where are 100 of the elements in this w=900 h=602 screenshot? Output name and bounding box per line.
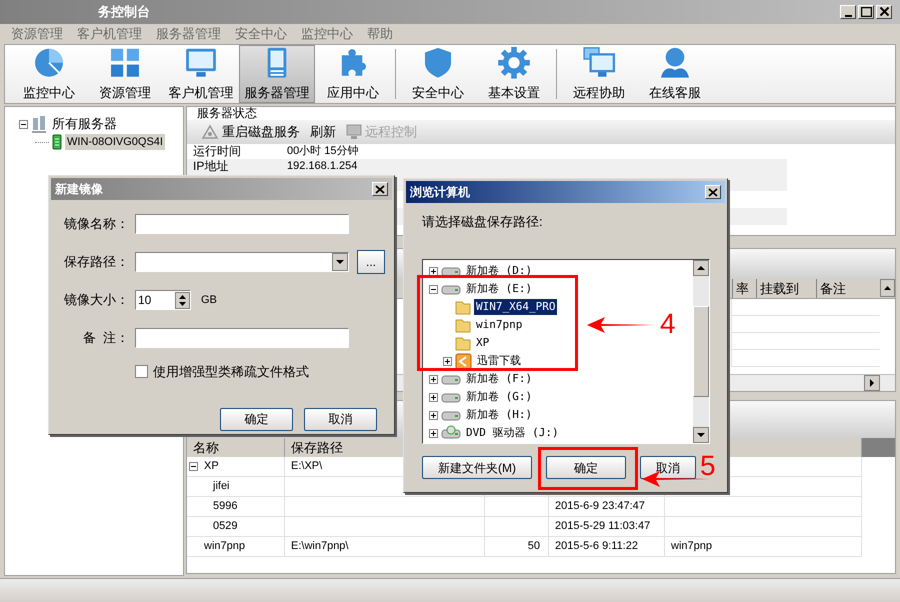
menu-item[interactable]: 服务器管理 — [155, 24, 222, 44]
input-field[interactable] — [135, 328, 349, 348]
tree-item[interactable]: XP — [474, 334, 492, 352]
checkbox[interactable] — [135, 365, 148, 378]
disc-drive-icon — [441, 425, 461, 441]
monitor-icon — [346, 124, 362, 140]
field-label: 备 注： — [82, 329, 129, 348]
close-button[interactable] — [705, 185, 721, 199]
toolbar-button[interactable]: 远程协助 — [561, 45, 637, 103]
table-cell-text: 2015-5-6 9:11:22 — [555, 539, 638, 554]
toolbar-button[interactable]: 客户机管理 — [163, 45, 239, 103]
callout-number: 4 — [660, 308, 676, 340]
tree-item[interactable]: WIN7_X64_PRO — [474, 298, 558, 316]
minimize-button[interactable] — [840, 5, 856, 19]
toolbar-button[interactable]: 安全中心 — [400, 45, 476, 103]
prompt-text: 请选择磁盘保存路径: — [421, 213, 544, 231]
toolbar-button[interactable]: 基本设置 — [476, 45, 552, 103]
field-label: 镜像名称： — [63, 215, 129, 234]
expand-toggle[interactable] — [189, 462, 198, 471]
action-button[interactable]: 刷新 — [310, 122, 336, 142]
tree-item[interactable]: WIN-08OIVG0QS4I — [65, 134, 165, 150]
server-group-icon — [31, 115, 47, 133]
input-field[interactable] — [135, 214, 349, 234]
table-cell-text: 2015-6-9 23:47:47 — [555, 499, 645, 514]
menu-item[interactable]: 客户机管理 — [76, 24, 143, 44]
toolbar-button[interactable]: 监控中心 — [11, 45, 87, 103]
dialog-button[interactable]: 确定 — [546, 456, 626, 479]
expand-toggle[interactable] — [429, 410, 438, 420]
close-button[interactable] — [372, 182, 388, 196]
table-cell-text: 5996 — [213, 499, 238, 514]
tree-item[interactable]: 新加卷 (H:) — [464, 406, 534, 424]
plus-icon — [430, 394, 437, 400]
dropdown-field[interactable] — [135, 252, 349, 272]
dialog-button[interactable]: 取消 — [640, 456, 696, 479]
table-cell-text: 2015-5-29 11:03:47 — [555, 519, 650, 534]
maximize-icon — [860, 7, 872, 17]
scroll-down-icon — [693, 427, 709, 443]
checkbox-label[interactable]: 使用增强型类稀疏文件格式 — [153, 362, 309, 382]
action-button[interactable]: 重启磁盘服务 — [201, 122, 300, 142]
menu-item[interactable]: 资源管理 — [10, 24, 64, 44]
dialog-button[interactable]: 取消 — [304, 408, 377, 430]
monitors-icon — [581, 46, 617, 80]
scroll-thumb[interactable] — [693, 306, 709, 397]
toolbar-button[interactable]: 在线客服 — [637, 45, 713, 103]
scroll-right-icon — [864, 375, 880, 391]
expand-toggle[interactable] — [19, 120, 28, 128]
table-cell-text: win7pnp — [204, 539, 245, 554]
column-header[interactable]: 率 — [732, 279, 756, 298]
table-cell-text: E:\win7pnp\ — [291, 539, 348, 554]
expand-toggle[interactable] — [429, 284, 438, 294]
plus-icon — [444, 358, 451, 364]
dialog-button[interactable]: 新建文件夹(M) — [422, 456, 532, 479]
expand-toggle[interactable] — [429, 266, 438, 276]
spinner-field[interactable]: 10 — [135, 290, 191, 310]
tree-item[interactable]: 新加卷 (G:) — [464, 388, 534, 406]
scroll-up-icon — [693, 260, 709, 276]
toolbar-button[interactable]: 应用中心 — [315, 45, 391, 103]
spin-arrows-icon — [175, 292, 190, 308]
dialog-title: 浏览计算机 — [410, 184, 470, 201]
tree-item[interactable]: 新加卷 (E:) — [464, 280, 534, 298]
unit-label: GB — [201, 292, 217, 308]
menu-item[interactable]: 安全中心 — [234, 24, 288, 44]
table-cell-text: 50 — [528, 539, 540, 554]
header-filler — [862, 438, 895, 457]
callout-number: 5 — [700, 450, 716, 482]
tree-item[interactable]: 新加卷 (F:) — [464, 370, 534, 388]
expand-toggle[interactable] — [429, 374, 438, 384]
table-cell-text: jifei — [213, 479, 230, 494]
tree-item[interactable]: 迅雷下载 — [475, 352, 523, 370]
column-header[interactable]: 挂载到 — [756, 279, 816, 298]
menu-item[interactable]: 监控中心 — [300, 24, 354, 44]
dialog-title: 新建镜像 — [55, 181, 103, 198]
folder-icon — [455, 335, 471, 351]
close-icon — [878, 7, 890, 17]
column-header[interactable]: 名称 — [187, 438, 285, 457]
tree-item[interactable]: 所有服务器 — [52, 114, 117, 134]
maximize-button[interactable] — [858, 5, 874, 19]
dialog-button[interactable]: 确定 — [220, 408, 293, 430]
tree-item[interactable]: win7pnp — [474, 316, 524, 334]
table-cell-text: win7pnp — [671, 539, 712, 554]
toolbar-button[interactable]: 服务器管理 — [239, 45, 315, 103]
plus-icon — [430, 412, 437, 418]
field-label: 保存路径： — [63, 253, 129, 272]
table-cell-text: XP — [204, 459, 219, 474]
plus-icon — [430, 430, 437, 436]
table-cell-text: 0529 — [213, 519, 238, 534]
expand-toggle[interactable] — [443, 356, 452, 366]
network-icon — [201, 124, 219, 140]
field-label: 镜像大小： — [63, 291, 129, 310]
minus-icon — [190, 463, 197, 470]
property-value: 00小时 15分钟 — [287, 144, 359, 158]
tree-item[interactable]: 新加卷 (D:) — [464, 262, 534, 280]
menu-item[interactable]: 帮助 — [366, 24, 394, 44]
toolbar-button[interactable]: 资源管理 — [87, 45, 163, 103]
gear-icon — [496, 46, 532, 80]
expand-toggle[interactable] — [429, 392, 438, 402]
close-button[interactable] — [876, 5, 892, 19]
expand-toggle[interactable] — [429, 428, 438, 438]
property-name: 运行时间 — [192, 144, 242, 158]
browse-button[interactable]: ... — [357, 250, 385, 274]
